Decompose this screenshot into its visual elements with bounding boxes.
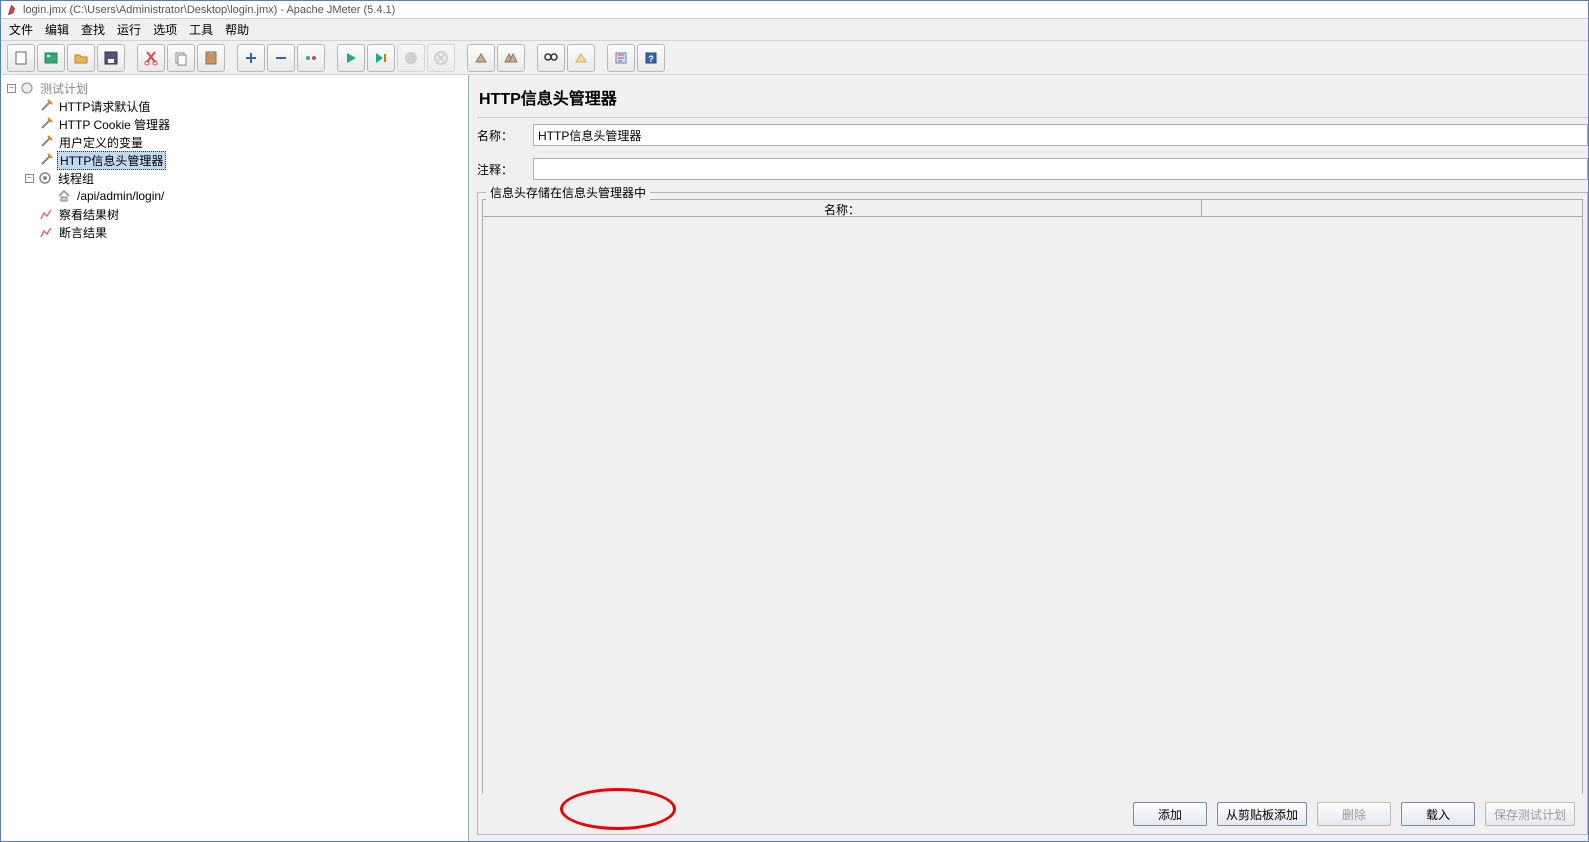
new-file-icon[interactable] <box>7 44 35 72</box>
name-row: 名称： <box>477 124 1588 146</box>
config-icon <box>39 153 53 167</box>
menu-options[interactable]: 选项 <box>153 21 177 38</box>
tree-item-label[interactable]: 断言结果 <box>57 224 109 241</box>
toolbar: ? <box>1 41 1588 75</box>
comment-row: 注释： <box>477 158 1588 180</box>
tree-root[interactable]: − 测试计划 <box>1 79 468 97</box>
tree-item-label[interactable]: 察看结果树 <box>57 206 121 223</box>
reset-search-icon[interactable] <box>567 44 595 72</box>
start-icon[interactable] <box>337 44 365 72</box>
function-helper-icon[interactable] <box>607 44 635 72</box>
clear-all-icon[interactable] <box>497 44 525 72</box>
search-icon[interactable] <box>537 44 565 72</box>
open-file-icon[interactable] <box>67 44 95 72</box>
tree-panel[interactable]: − 测试计划 HTTP请求默认值 HTTP Cookie 管理器 用户定义的变量… <box>1 75 469 841</box>
name-label: 名称： <box>477 127 527 144</box>
tree-user-vars[interactable]: 用户定义的变量 <box>1 133 468 151</box>
tree-http-header-mgr[interactable]: HTTP信息头管理器 <box>1 151 468 169</box>
menu-tools[interactable]: 工具 <box>189 21 213 38</box>
window-title: login.jmx (C:\Users\Administrator\Deskto… <box>23 4 395 16</box>
menu-edit[interactable]: 编辑 <box>45 21 69 38</box>
content-area: − 测试计划 HTTP请求默认值 HTTP Cookie 管理器 用户定义的变量… <box>1 75 1588 841</box>
toggle-icon[interactable] <box>297 44 325 72</box>
tree-item-label[interactable]: 线程组 <box>56 170 96 187</box>
tree-http-cookie-mgr[interactable]: HTTP Cookie 管理器 <box>1 115 468 133</box>
name-input[interactable] <box>533 124 1588 146</box>
sampler-icon <box>57 189 71 203</box>
add-from-clipboard-button[interactable]: 从剪贴板添加 <box>1217 802 1307 826</box>
testplan-icon <box>20 81 34 95</box>
tree-thread-group[interactable]: − 线程组 <box>1 169 468 187</box>
collapse-icon[interactable]: − <box>25 174 34 183</box>
listener-icon <box>39 207 53 221</box>
menu-run[interactable]: 运行 <box>117 21 141 38</box>
plus-icon[interactable] <box>237 44 265 72</box>
cut-icon[interactable] <box>137 44 165 72</box>
save-file-icon[interactable] <box>97 44 125 72</box>
start-no-pause-icon[interactable] <box>367 44 395 72</box>
button-row: 添加 从剪贴板添加 删除 载入 保存测试计划 <box>478 794 1587 834</box>
menu-search[interactable]: 查找 <box>81 21 105 38</box>
tree-item-label-selected[interactable]: HTTP信息头管理器 <box>57 151 166 170</box>
tree-item-label[interactable]: 用户定义的变量 <box>57 134 145 151</box>
svg-text:?: ? <box>648 54 654 64</box>
tree-root-label[interactable]: 测试计划 <box>38 80 90 97</box>
comment-input[interactable] <box>533 158 1588 180</box>
menubar: 文件 编辑 查找 运行 选项 工具 帮助 <box>1 19 1588 41</box>
tree-http-req-defaults[interactable]: HTTP请求默认值 <box>1 97 468 115</box>
tree-api-login[interactable]: /api/admin/login/ <box>1 187 468 205</box>
help-icon[interactable]: ? <box>637 44 665 72</box>
titlebar: login.jmx (C:\Users\Administrator\Deskto… <box>1 1 1588 19</box>
comment-label: 注释： <box>477 161 527 178</box>
add-button[interactable]: 添加 <box>1133 802 1207 826</box>
config-icon <box>39 117 53 131</box>
tree-assert-results[interactable]: 断言结果 <box>1 223 468 241</box>
clear-icon[interactable] <box>467 44 495 72</box>
collapse-icon[interactable]: − <box>7 84 16 93</box>
col-value[interactable] <box>1202 200 1582 216</box>
panel-title: HTTP信息头管理器 <box>477 81 1588 118</box>
listener-icon <box>39 225 53 239</box>
table-body[interactable] <box>482 217 1583 794</box>
headers-group: 信息头存储在信息头管理器中 名称： 添加 从剪贴板添加 删除 载入 保存测试计划 <box>477 192 1588 835</box>
stop-icon[interactable] <box>397 44 425 72</box>
table-header: 名称： <box>482 199 1583 217</box>
app-window: login.jmx (C:\Users\Administrator\Deskto… <box>0 0 1589 842</box>
save-plan-button[interactable]: 保存测试计划 <box>1485 802 1575 826</box>
config-icon <box>39 99 53 113</box>
tree-view-results[interactable]: 察看结果树 <box>1 205 468 223</box>
config-panel: HTTP信息头管理器 名称： 注释： 信息头存储在信息头管理器中 名称： 添加 … <box>469 75 1588 841</box>
paste-icon[interactable] <box>197 44 225 72</box>
threadgroup-icon <box>38 171 52 185</box>
tree-item-label[interactable]: HTTP Cookie 管理器 <box>57 116 172 133</box>
load-button[interactable]: 载入 <box>1401 802 1475 826</box>
col-name[interactable]: 名称： <box>483 200 1202 216</box>
annotation-ellipse <box>560 788 676 830</box>
menu-help[interactable]: 帮助 <box>225 21 249 38</box>
menu-file[interactable]: 文件 <box>9 21 33 38</box>
config-icon <box>39 135 53 149</box>
tree-item-label[interactable]: /api/admin/login/ <box>75 189 166 203</box>
group-title: 信息头存储在信息头管理器中 <box>486 184 650 201</box>
copy-icon[interactable] <box>167 44 195 72</box>
delete-button[interactable]: 删除 <box>1317 802 1391 826</box>
shutdown-icon[interactable] <box>427 44 455 72</box>
app-icon <box>7 4 19 16</box>
templates-icon[interactable] <box>37 44 65 72</box>
minus-icon[interactable] <box>267 44 295 72</box>
tree-item-label[interactable]: HTTP请求默认值 <box>57 98 152 115</box>
